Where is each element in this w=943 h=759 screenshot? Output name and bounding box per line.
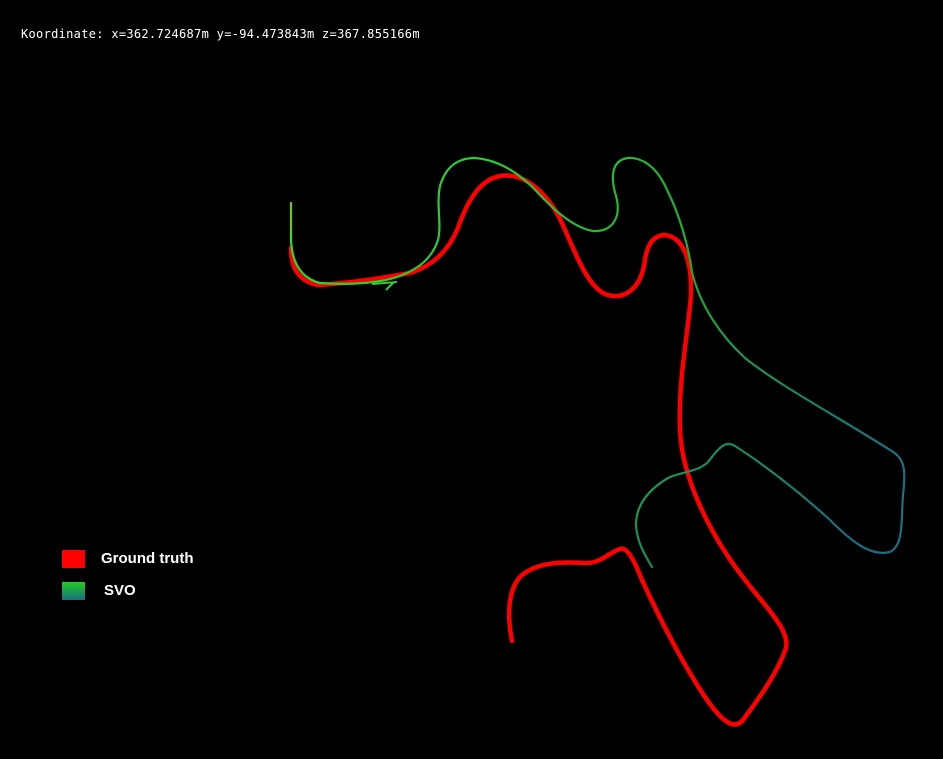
ground-truth-path	[288, 173, 789, 727]
legend-label-svo: SVO	[104, 582, 136, 599]
trajectory-view[interactable]	[0, 0, 943, 759]
legend: Ground truth SVO	[62, 548, 193, 612]
ground-truth-swatch	[62, 549, 85, 568]
svo-swatch	[62, 581, 85, 600]
legend-item-ground-truth: Ground truth	[62, 548, 193, 569]
legend-item-svo: SVO	[62, 580, 193, 601]
svo-path	[289, 156, 906, 569]
legend-label-ground-truth: Ground truth	[101, 550, 194, 567]
